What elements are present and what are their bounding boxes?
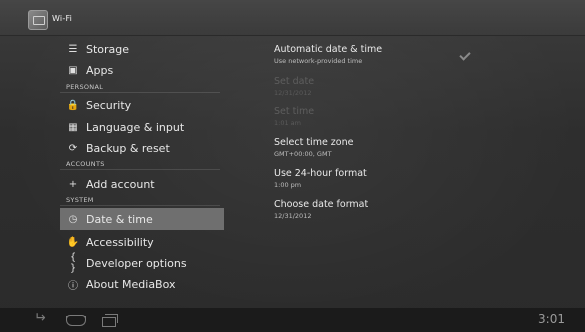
menu-item-label: Add account <box>86 177 155 191</box>
menu-item-about[interactable]: ⓘ About MediaBox <box>60 273 224 295</box>
apps-icon: ▣ <box>68 64 78 76</box>
menu-item-accessibility[interactable]: ✋ Accessibility <box>60 231 224 253</box>
menu-item-developer-options[interactable]: { } Developer options <box>60 252 224 274</box>
menu-item-label: Backup & reset <box>86 141 170 155</box>
menu-item-label: Language & input <box>86 120 185 134</box>
pref-title: Choose date format <box>274 199 369 210</box>
pref-24-hour-format[interactable]: Use 24-hour format 1:00 pm <box>274 168 534 189</box>
pref-summary: 12/31/2012 <box>274 89 312 97</box>
pref-title: Select time zone <box>274 137 354 148</box>
pref-title: Set date <box>274 76 315 87</box>
home-icon[interactable] <box>64 313 86 327</box>
language-icon: ▦ <box>68 121 78 133</box>
settings-screen: Wi-Fi ☰ Storage ▣ Apps PERSONAL 🔒 Securi… <box>0 0 585 332</box>
pref-summary: 12/31/2012 <box>274 212 312 220</box>
pref-summary: 1:01 am <box>274 119 301 127</box>
action-bar: Wi-Fi <box>0 0 585 36</box>
pref-set-time: Set time 1:01 am <box>274 106 534 127</box>
pref-title: Automatic date & time <box>274 44 383 55</box>
braces-icon: { } <box>69 252 77 274</box>
header-accounts: ACCOUNTS <box>60 160 220 170</box>
settings-headers-list: ☰ Storage ▣ Apps PERSONAL 🔒 Security ▦ L… <box>0 36 240 300</box>
settings-app-icon[interactable] <box>28 10 48 30</box>
menu-item-label: Storage <box>86 42 130 56</box>
menu-item-date-time[interactable]: ◷ Date & time <box>60 208 224 230</box>
menu-item-label: Apps <box>86 63 114 77</box>
menu-item-label: Date & time <box>86 212 153 226</box>
pref-summary: Use network-provided time <box>274 57 363 65</box>
menu-item-security[interactable]: 🔒 Security <box>60 94 224 116</box>
plus-icon: + <box>68 178 78 190</box>
menu-item-label: Developer options <box>86 256 187 270</box>
pref-title: Use 24-hour format <box>274 168 367 179</box>
menu-item-add-account[interactable]: + Add account <box>60 173 224 195</box>
pref-choose-date-format[interactable]: Choose date format 12/31/2012 <box>274 199 534 220</box>
hand-icon: ✋ <box>66 236 80 248</box>
status-clock: 3:01 <box>538 312 565 326</box>
pref-select-time-zone[interactable]: Select time zone GMT+00:00, GMT <box>274 137 534 158</box>
menu-item-storage[interactable]: ☰ Storage <box>60 38 224 60</box>
system-navigation-bar: 3:01 <box>0 308 585 332</box>
storage-icon: ☰ <box>68 43 78 55</box>
pref-automatic-date-time[interactable]: Automatic date & time Use network-provid… <box>274 44 534 65</box>
backup-icon: ⟳ <box>68 142 78 154</box>
info-icon: ⓘ <box>68 280 78 292</box>
menu-item-backup-reset[interactable]: ⟳ Backup & reset <box>60 137 224 159</box>
back-icon[interactable] <box>34 313 56 327</box>
menu-item-language-input[interactable]: ▦ Language & input <box>60 116 224 138</box>
date-time-preferences: Automatic date & time Use network-provid… <box>268 36 568 300</box>
recent-apps-icon[interactable] <box>98 313 120 327</box>
action-bar-title: Wi-Fi <box>52 14 73 23</box>
pref-summary: GMT+00:00, GMT <box>274 150 332 158</box>
menu-item-apps[interactable]: ▣ Apps <box>60 59 224 81</box>
lock-icon: 🔒 <box>66 99 80 111</box>
header-system: SYSTEM <box>60 196 220 206</box>
header-personal: PERSONAL <box>60 83 220 93</box>
pref-title: Set time <box>274 106 315 117</box>
clock-icon: ◷ <box>68 213 78 225</box>
menu-item-label: About MediaBox <box>86 277 176 291</box>
menu-item-label: Security <box>86 98 132 112</box>
pref-summary: 1:00 pm <box>274 181 302 189</box>
menu-item-label: Accessibility <box>86 235 154 249</box>
pref-set-date: Set date 12/31/2012 <box>274 76 534 97</box>
